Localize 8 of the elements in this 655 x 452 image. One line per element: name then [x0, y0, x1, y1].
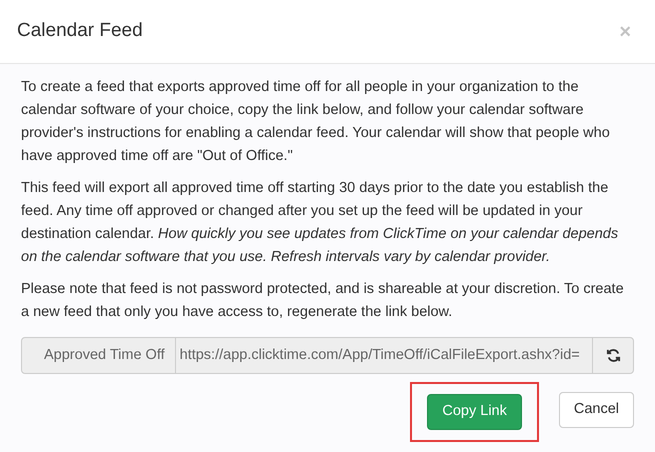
link-field[interactable]: Approved Time Off https://app.clicktime.com/App/TimeOff/iCalFileExport.ashx?id= — [21, 337, 634, 374]
paragraph: To create a feed that exports approved time off for all people in your organization to the calendar software of your choice, copy the link below, and follow your calendar software provider's instructions for enabling a calendar feed. Your calendar will show that people who have approved time off are "Out of Office." — [21, 78, 611, 166]
dialog-title: Calendar Feed — [17, 19, 143, 44]
cancel-button[interactable]: Cancel — [558, 392, 634, 428]
refresh-icon — [606, 348, 620, 363]
paragraph: Please note that feed is not password protected, and is shareable at your discretion. To create a new feed that only you have access to, regenerate the link below. — [21, 280, 625, 322]
copy-link-button[interactable]: Copy Link — [427, 394, 522, 430]
paragraph: This feed will export all approved time off starting 30 days prior to the date you establish the feed. Any time off approved or changed after you set up the feed will be updated in your destination calendar. How quickly you see updates from ClickTime on your calendar depends on the calendar software that you use. Refresh intervals vary by calendar provider. — [21, 179, 620, 267]
